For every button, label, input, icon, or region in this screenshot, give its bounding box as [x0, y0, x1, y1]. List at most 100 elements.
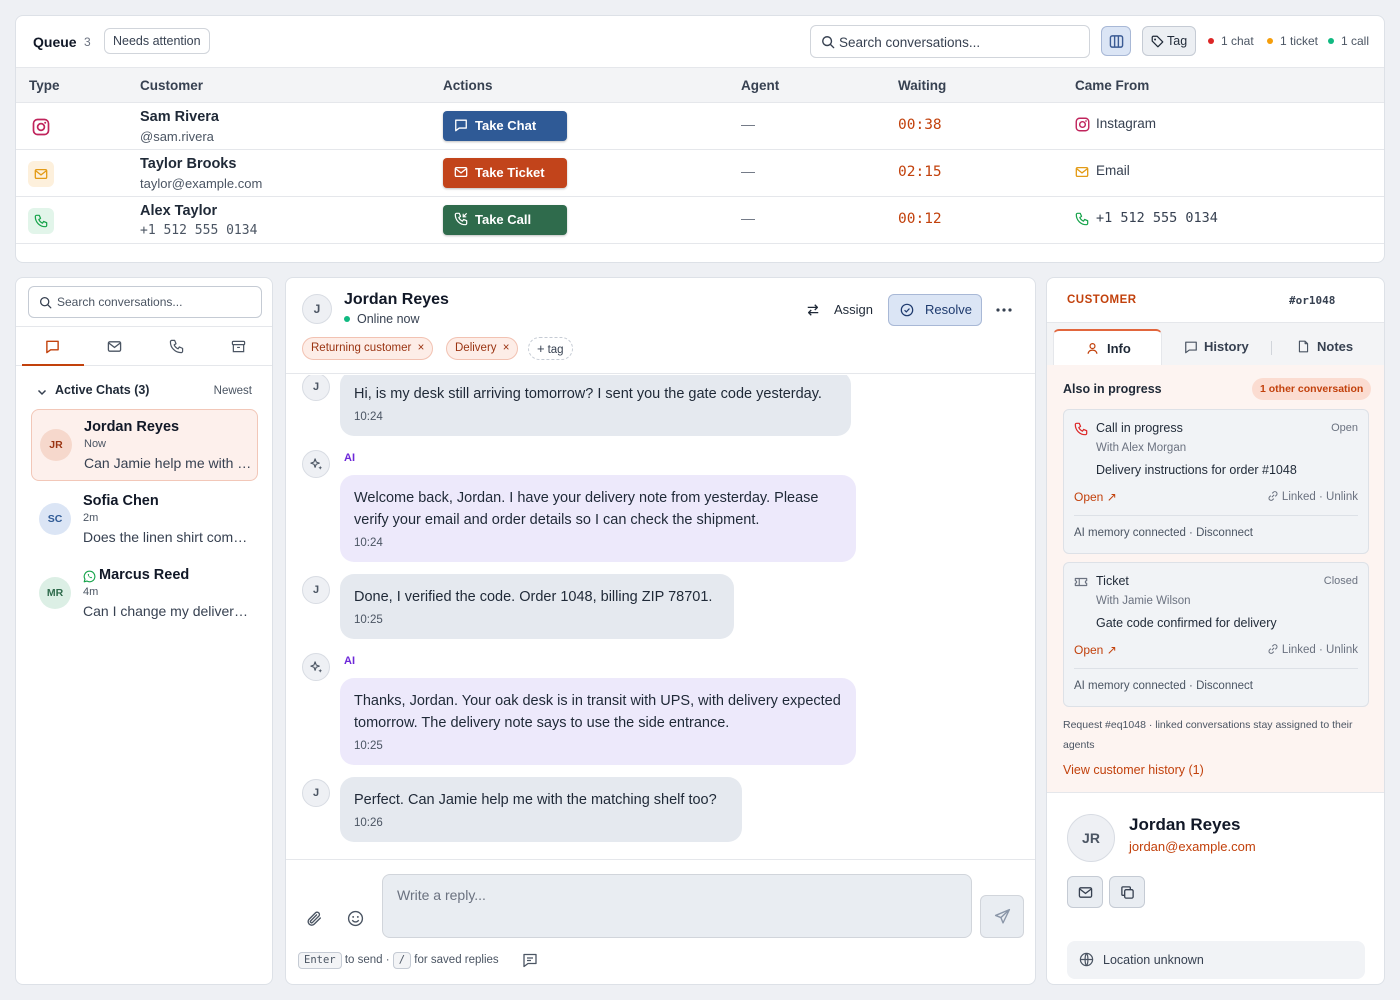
saved-replies-icon[interactable] — [522, 952, 538, 968]
tab-email[interactable] — [84, 327, 146, 366]
card-title: Ticket — [1096, 574, 1129, 588]
col-actions: Actions — [443, 78, 493, 93]
customer-avatar: JR — [1067, 814, 1115, 862]
ai-memory-status[interactable]: AI memory connected · Disconnect — [1074, 527, 1253, 539]
emoji-icon[interactable] — [347, 910, 364, 927]
conversation-panel: J Jordan Reyes Online now Assign Resolve… — [285, 277, 1036, 985]
customer-name: Sam Rivera — [140, 109, 219, 125]
reply-input[interactable] — [382, 874, 972, 938]
resolve-button[interactable]: Resolve — [888, 294, 982, 326]
queue-row[interactable]: Taylor Brooks taylor@example.com Take Ti… — [16, 150, 1384, 197]
remove-tag-icon[interactable]: × — [503, 342, 510, 354]
queue-row[interactable]: Sam Rivera @sam.rivera Take Chat — 00:38… — [16, 103, 1384, 150]
more-options-icon[interactable] — [994, 302, 1014, 318]
tab-chats[interactable] — [22, 327, 84, 366]
columns-button[interactable] — [1101, 26, 1131, 56]
take-ticket-label: Take Ticket — [475, 165, 545, 180]
linked-unlink[interactable]: Linked · Unlink — [1267, 490, 1358, 503]
take-chat-label: Take Chat — [475, 118, 537, 133]
copy-icon — [1121, 886, 1134, 899]
swap-icon — [807, 304, 819, 316]
conversation-list-panel: Active Chats (3) Newest JR Jordan Reyes … — [15, 277, 273, 985]
linked-unlink[interactable]: Linked · Unlink — [1267, 643, 1358, 656]
tab-history[interactable]: History — [1173, 329, 1273, 366]
conversation-search-input[interactable] — [57, 293, 257, 311]
location-label: Location unknown — [1103, 953, 1204, 967]
tab-archive[interactable] — [208, 327, 270, 366]
phone-incoming-icon — [454, 212, 468, 226]
message-text: Perfect. Can Jamie help me with the matc… — [354, 792, 717, 808]
tab-divider — [1271, 341, 1272, 355]
legend-tickets: 1 ticket — [1267, 34, 1318, 48]
message-time: 10:25 — [354, 740, 383, 752]
send-button[interactable] — [980, 895, 1024, 938]
customer-section-label: CUSTOMER — [1067, 294, 1137, 306]
type-cell — [28, 161, 54, 187]
queue-search-input[interactable] — [839, 32, 1079, 52]
tag-chip-returning[interactable]: Returning customer × — [302, 337, 434, 360]
mail-icon — [34, 168, 48, 180]
chat-item-marcus[interactable]: MR Marcus Reed 4m Can I change my delive… — [31, 558, 258, 630]
chat-name: Sofia Chen — [83, 493, 159, 509]
message-text: Thanks, Jordan. Your oak desk is in tran… — [354, 693, 841, 731]
open-link[interactable]: Open ↗ — [1074, 490, 1117, 504]
sort-newest[interactable]: Newest — [214, 385, 252, 397]
chat-item-jordan[interactable]: JR Jordan Reyes Now Can Jamie help me wi… — [31, 409, 258, 481]
slash-key: / — [392, 952, 412, 969]
check-circle-icon — [900, 303, 914, 317]
email-customer-button[interactable] — [1067, 876, 1103, 908]
chat-icon — [46, 340, 59, 354]
instagram-icon — [32, 118, 50, 136]
chat-item-sofia[interactable]: SC Sofia Chen 2m Does the linen shirt co… — [31, 484, 258, 556]
ticket-icon — [1074, 577, 1088, 587]
mail-icon — [454, 166, 468, 178]
linked-conversation-card: Ticket Closed With Jamie Wilson Gate cod… — [1063, 562, 1369, 707]
request-note: Request #eq1048 · linked conversations s… — [1063, 719, 1353, 751]
col-came-from: Came From — [1075, 78, 1150, 93]
queue-title: Queue — [33, 34, 77, 50]
message-time: 10:24 — [354, 537, 383, 549]
channel-tabs — [16, 326, 272, 366]
take-chat-button[interactable]: Take Chat — [443, 111, 567, 141]
tag-chip-delivery[interactable]: Delivery × — [446, 337, 519, 360]
conversation-header: J Jordan Reyes Online now Assign Resolve… — [286, 278, 1035, 374]
needs-attention-button[interactable]: Needs attention — [104, 28, 210, 54]
waiting-time: 00:12 — [898, 211, 942, 227]
open-link[interactable]: Open ↗ — [1074, 643, 1117, 657]
ai-memory-status[interactable]: AI memory connected · Disconnect — [1074, 680, 1253, 692]
send-icon — [994, 908, 1011, 924]
avatar: J — [302, 779, 330, 807]
message-text: Done, I verified the code. Order 1048, b… — [354, 589, 713, 605]
take-ticket-button[interactable]: Take Ticket — [443, 158, 567, 188]
view-customer-history-link[interactable]: View customer history (1) — [1063, 763, 1204, 777]
customer-email[interactable]: jordan@example.com — [1129, 839, 1256, 854]
add-tag-button[interactable]: + tag — [528, 337, 573, 360]
avatar: J — [302, 294, 332, 324]
whatsapp-icon — [83, 570, 96, 583]
queue-search[interactable] — [810, 25, 1090, 58]
phone-icon — [1075, 212, 1089, 226]
instagram-icon — [1075, 117, 1090, 132]
ai-label: AI — [344, 655, 355, 667]
card-description: Delivery instructions for order #1048 — [1096, 463, 1297, 477]
tab-notes[interactable]: Notes — [1287, 329, 1377, 366]
tag-button[interactable]: Tag — [1142, 26, 1196, 56]
mail-icon — [1078, 887, 1093, 898]
copy-email-button[interactable] — [1109, 876, 1145, 908]
tab-calls[interactable] — [146, 327, 208, 366]
remove-tag-icon[interactable]: × — [418, 342, 425, 354]
phone-icon — [1074, 422, 1088, 436]
phone-icon — [169, 339, 184, 354]
customer-handle: @sam.rivera — [140, 129, 214, 144]
queue-row[interactable]: Alex Taylor +1 512 555 0134 Take Call — … — [16, 197, 1384, 244]
card-description: Gate code confirmed for delivery — [1096, 616, 1277, 630]
agent-cell: — — [741, 210, 755, 226]
archive-icon — [231, 340, 246, 353]
avatar: J — [302, 375, 330, 401]
conversation-search[interactable] — [28, 286, 262, 318]
message-time: 10:25 — [354, 614, 383, 626]
take-call-button[interactable]: Take Call — [443, 205, 567, 235]
active-chats-label: Active Chats (3) — [55, 383, 150, 397]
paperclip-icon[interactable] — [306, 910, 323, 927]
tab-info[interactable]: Info — [1053, 329, 1162, 366]
